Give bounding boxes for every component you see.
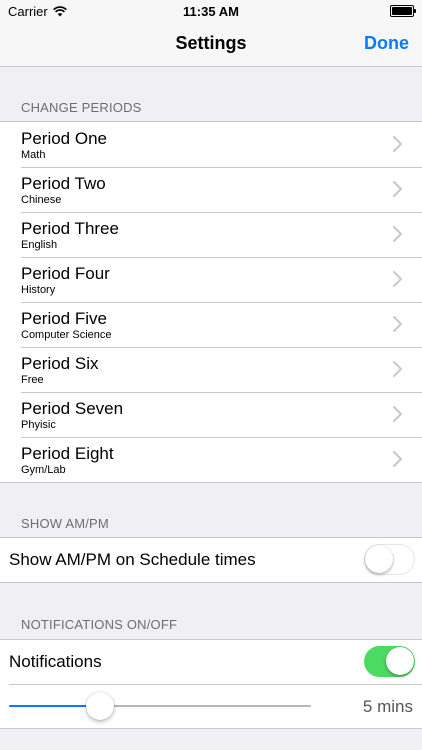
chevron-right-icon	[393, 361, 402, 377]
battery-icon	[390, 5, 416, 17]
slider-track[interactable]	[9, 705, 311, 707]
chevron-right-icon	[393, 271, 402, 287]
period-title: Period Seven	[21, 399, 124, 418]
period-row[interactable]: Period Five Computer Science	[0, 302, 422, 347]
slider-thumb[interactable]	[85, 692, 114, 720]
period-row[interactable]: Period Six Free	[0, 347, 422, 392]
chevron-right-icon	[393, 136, 402, 152]
status-time: 11:35 AM	[183, 4, 239, 19]
period-subject: History	[21, 284, 56, 296]
chevron-right-icon	[393, 181, 402, 197]
notifications-toggle[interactable]	[364, 646, 415, 677]
period-subject: Math	[21, 149, 46, 161]
period-title: Period Eight	[21, 444, 114, 463]
period-list: Period One Math Period Two Chinese Period Th…	[0, 121, 422, 483]
notifications-group: Notifications 5 mins	[0, 639, 422, 729]
period-title: Period Four	[21, 264, 110, 283]
toggle-knob	[365, 545, 393, 573]
period-title: Period Three	[21, 219, 119, 238]
section-header-show-ampm: SHOW AM/PM	[21, 516, 109, 531]
ampm-label: Show AM/PM on Schedule times	[9, 550, 256, 569]
chevron-right-icon	[393, 406, 402, 422]
status-bar: Carrier 11:35 AM	[0, 0, 422, 22]
section-header-change-periods: CHANGE PERIODS	[21, 100, 142, 115]
notifications-label: Notifications	[9, 652, 102, 671]
period-subject: Chinese	[21, 194, 62, 206]
period-subject: Phyisic	[21, 419, 56, 431]
period-subject: Computer Science	[21, 329, 112, 341]
ampm-toggle[interactable]	[364, 544, 415, 575]
period-row[interactable]: Period Four History	[0, 257, 422, 302]
period-row[interactable]: Period Two Chinese	[0, 167, 422, 212]
period-row[interactable]: Period Three English	[0, 212, 422, 257]
navigation-bar: Carrier 11:35 AM Settings Done	[0, 0, 422, 67]
done-button[interactable]: Done	[364, 33, 409, 54]
chevron-right-icon	[393, 451, 402, 467]
period-title: Period Six	[21, 354, 99, 373]
period-subject: English	[21, 239, 58, 251]
section-header-notifications: NOTIFICATIONS ON/OFF	[21, 617, 178, 632]
period-title: Period Five	[21, 309, 107, 328]
period-row[interactable]: Period Seven Phyisic	[0, 392, 422, 437]
ampm-cell: Show AM/PM on Schedule times	[0, 538, 422, 582]
period-row[interactable]: Period One Math	[0, 122, 422, 167]
toggle-knob	[386, 647, 414, 675]
slider-value-label: 5 mins	[362, 697, 413, 716]
notifications-cell: Notifications	[0, 640, 422, 684]
period-row[interactable]: Period Eight Gym/Lab	[0, 437, 422, 482]
period-title: Period One	[21, 129, 107, 148]
ampm-group: Show AM/PM on Schedule times	[0, 537, 422, 583]
page-title: Settings	[175, 33, 247, 53]
notification-time-slider-cell: 5 mins	[0, 684, 422, 728]
period-title: Period Two	[21, 174, 106, 193]
chevron-right-icon	[393, 316, 402, 332]
period-subject: Gym/Lab	[21, 464, 66, 476]
period-subject: Free	[21, 374, 44, 386]
chevron-right-icon	[393, 226, 402, 242]
